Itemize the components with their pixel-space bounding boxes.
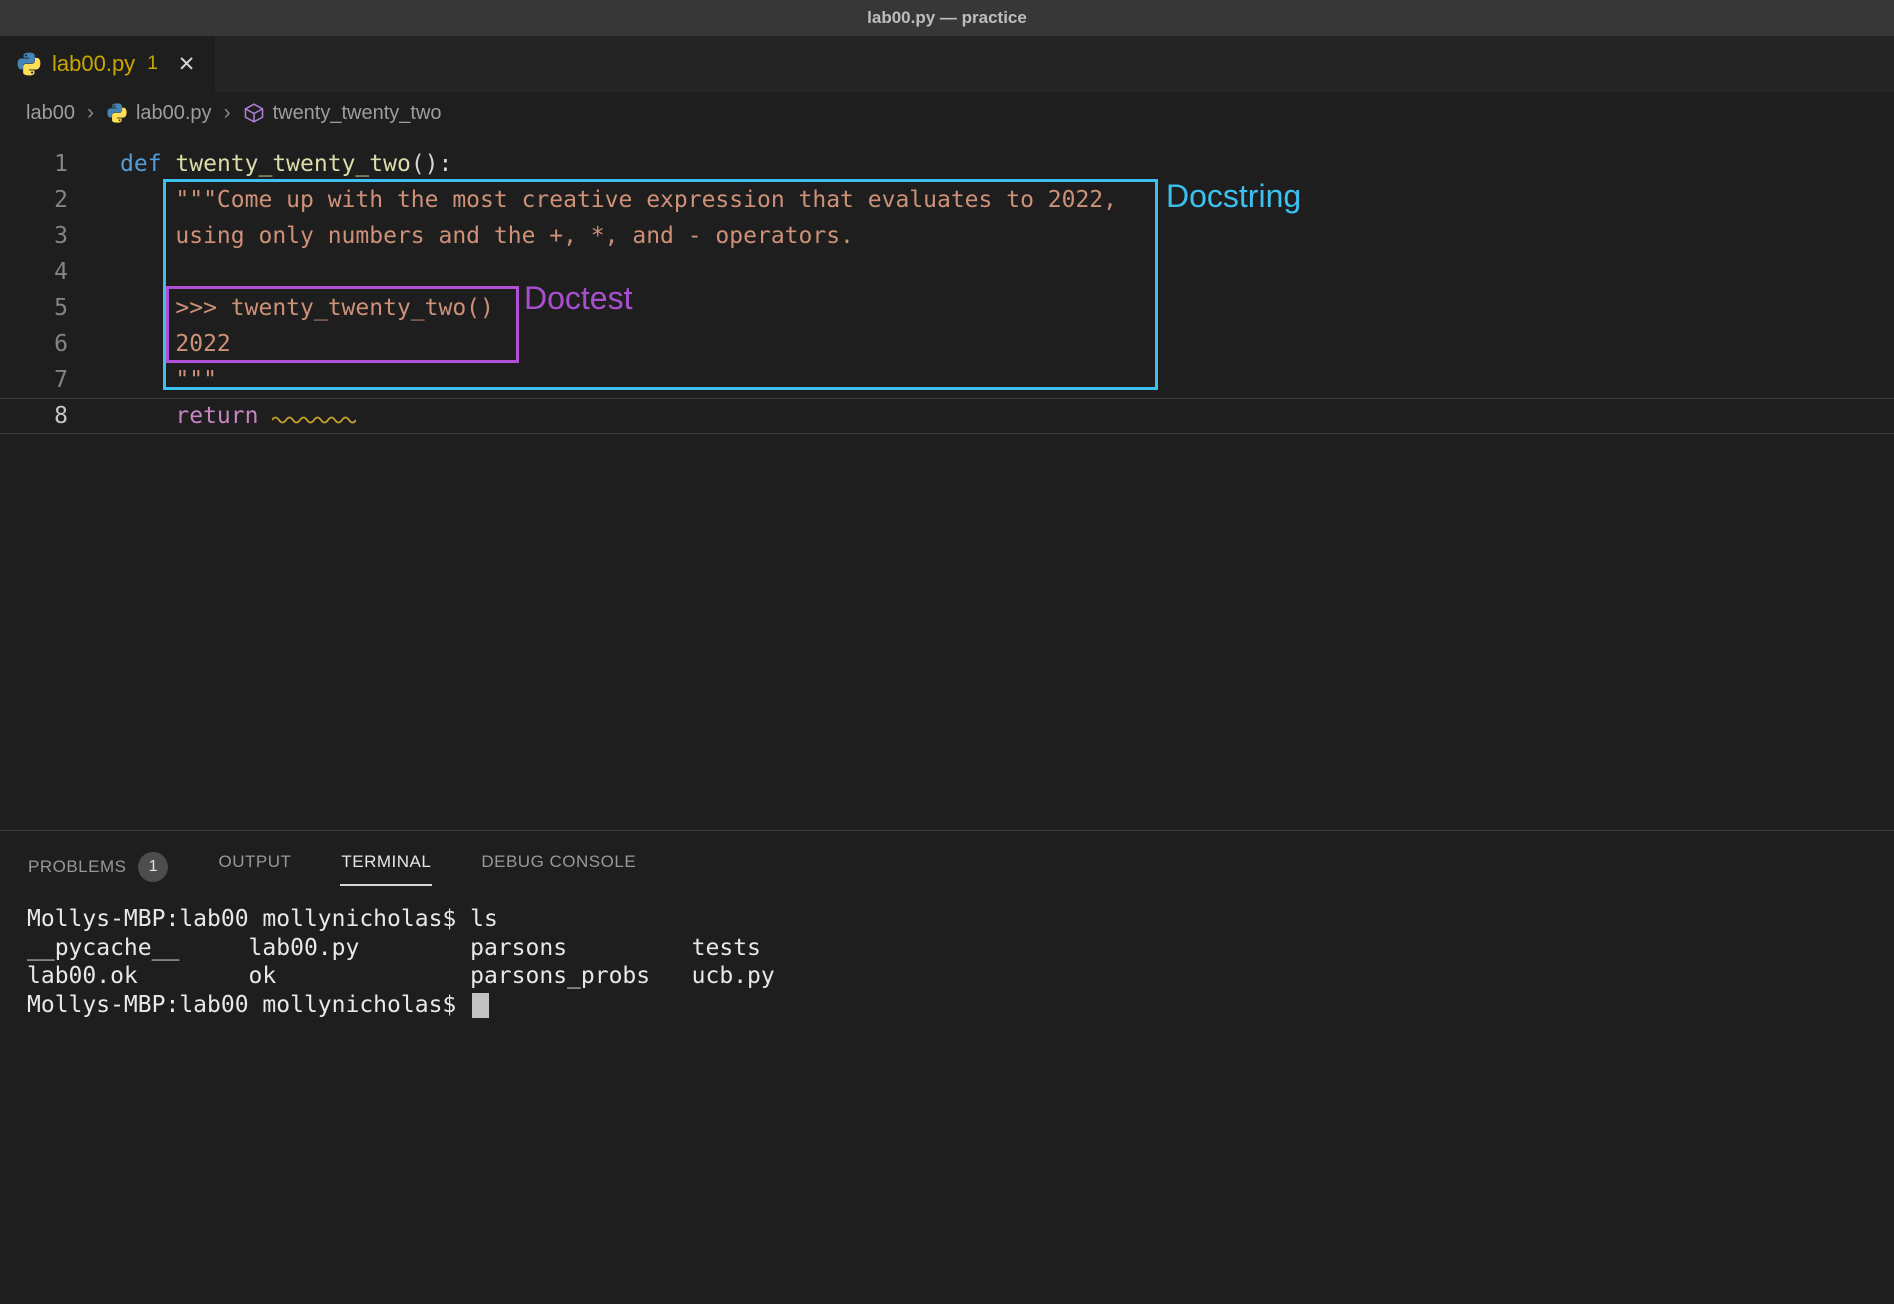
- breadcrumb-item-lab00-py[interactable]: lab00.py: [106, 102, 212, 125]
- terminal-line: lab00.ok ok parsons_probs ucb.py: [27, 962, 1894, 991]
- terminal-cursor: [472, 993, 489, 1018]
- code-line-5[interactable]: 5 >>> twenty_twenty_two(): [0, 290, 1894, 326]
- code-line-4[interactable]: 4: [0, 254, 1894, 290]
- tab-lab00-py[interactable]: lab00.py 1 ✕: [0, 36, 215, 92]
- code-text: def twenty_twenty_two():: [120, 146, 452, 182]
- panel-tab-label: DEBUG CONSOLE: [481, 852, 636, 872]
- code-token: return: [175, 403, 258, 429]
- python-icon: [106, 102, 128, 124]
- code-token: >>> twenty_twenty_two(): [120, 295, 494, 321]
- line-number[interactable]: 8: [0, 398, 68, 434]
- symbol-namespace-icon: [243, 102, 265, 124]
- breadcrumb-separator: ›: [87, 101, 94, 125]
- tab-warning-count: 1: [147, 53, 158, 75]
- breadcrumb-separator: ›: [224, 101, 231, 125]
- code-token: [162, 151, 176, 177]
- terminal[interactable]: Mollys-MBP:lab00 mollynicholas$ ls__pyca…: [27, 905, 1894, 1019]
- code-text: return: [120, 398, 356, 434]
- code-line-7[interactable]: 7 """: [0, 362, 1894, 398]
- code-lines: 1def twenty_twenty_two():2 """Come up wi…: [0, 146, 1894, 434]
- code-text: using only numbers and the +, *, and - o…: [120, 218, 854, 254]
- code-token: twenty_twenty_two: [175, 151, 410, 177]
- breadcrumb-item-twenty-twenty-two[interactable]: twenty_twenty_two: [243, 102, 442, 125]
- code-token: [120, 403, 175, 429]
- window-title: lab00.py — practice: [867, 8, 1027, 28]
- line-number[interactable]: 2: [0, 182, 68, 218]
- line-number[interactable]: 3: [0, 218, 68, 254]
- panel-tab-problems[interactable]: PROBLEMS 1: [27, 831, 169, 896]
- bottom-panel: PROBLEMS 1 OUTPUT TERMINAL DEBUG CONSOLE Mol…: [0, 830, 1894, 1304]
- code-token: using only numbers and the +, *, and - o…: [120, 223, 854, 249]
- terminal-line: Mollys-MBP:lab00 mollynicholas$ ls: [27, 905, 1894, 934]
- code-text: """: [120, 362, 217, 398]
- breadcrumb-label: lab00: [26, 102, 75, 125]
- code-line-1[interactable]: 1 def twenty_twenty_two():: [0, 146, 1894, 182]
- panel-tab-debug-console[interactable]: DEBUG CONSOLE: [480, 831, 637, 886]
- line-number[interactable]: 5: [0, 290, 68, 326]
- panel-tab-output[interactable]: OUTPUT: [217, 831, 292, 886]
- breadcrumb: lab00 › lab00.py › twenty_twenty_two: [0, 92, 1894, 134]
- code-line-2[interactable]: 2 """Come up with the most creative expr…: [0, 182, 1894, 218]
- code-line-8[interactable]: 8 return: [0, 398, 1894, 434]
- code-text: """Come up with the most creative expres…: [120, 182, 1117, 218]
- python-icon: [16, 51, 42, 77]
- line-number[interactable]: 7: [0, 362, 68, 398]
- tab-label: lab00.py: [52, 51, 135, 77]
- code-token: [258, 403, 272, 429]
- panel-tabbar: PROBLEMS 1 OUTPUT TERMINAL DEBUG CONSOLE: [27, 831, 1894, 895]
- code-text: >>> twenty_twenty_two(): [120, 290, 494, 326]
- code-token: 2022: [120, 331, 231, 357]
- code-editor[interactable]: 1def twenty_twenty_two():2 """Come up wi…: [0, 134, 1894, 830]
- warning-squiggle: [272, 403, 356, 429]
- line-number[interactable]: 1: [0, 146, 68, 182]
- breadcrumb-item-lab00[interactable]: lab00: [26, 102, 75, 125]
- panel-tab-label: PROBLEMS: [28, 857, 126, 877]
- code-token: ():: [411, 151, 453, 177]
- panel-tab-label: OUTPUT: [218, 852, 291, 872]
- code-text: 2022: [120, 326, 231, 362]
- terminal-line: Mollys-MBP:lab00 mollynicholas$: [27, 991, 1894, 1020]
- line-number[interactable]: 6: [0, 326, 68, 362]
- window-titlebar: lab00.py — practice: [0, 0, 1894, 36]
- panel-tab-label: TERMINAL: [341, 852, 431, 872]
- code-token: """: [120, 367, 217, 393]
- line-number[interactable]: 4: [0, 254, 68, 290]
- panel-tab-terminal[interactable]: TERMINAL: [340, 831, 432, 886]
- code-line-3[interactable]: 3 using only numbers and the +, *, and -…: [0, 218, 1894, 254]
- code-token: def: [120, 151, 162, 177]
- code-line-6[interactable]: 6 2022: [0, 326, 1894, 362]
- code-token: """Come up with the most creative expres…: [120, 187, 1117, 213]
- editor-tabbar: lab00.py 1 ✕: [0, 36, 1894, 92]
- breadcrumb-label: twenty_twenty_two: [273, 102, 442, 125]
- close-icon[interactable]: ✕: [178, 52, 196, 77]
- breadcrumb-label: lab00.py: [136, 102, 212, 125]
- terminal-line: __pycache__ lab00.py parsons tests: [27, 934, 1894, 963]
- problems-count-badge: 1: [138, 852, 168, 882]
